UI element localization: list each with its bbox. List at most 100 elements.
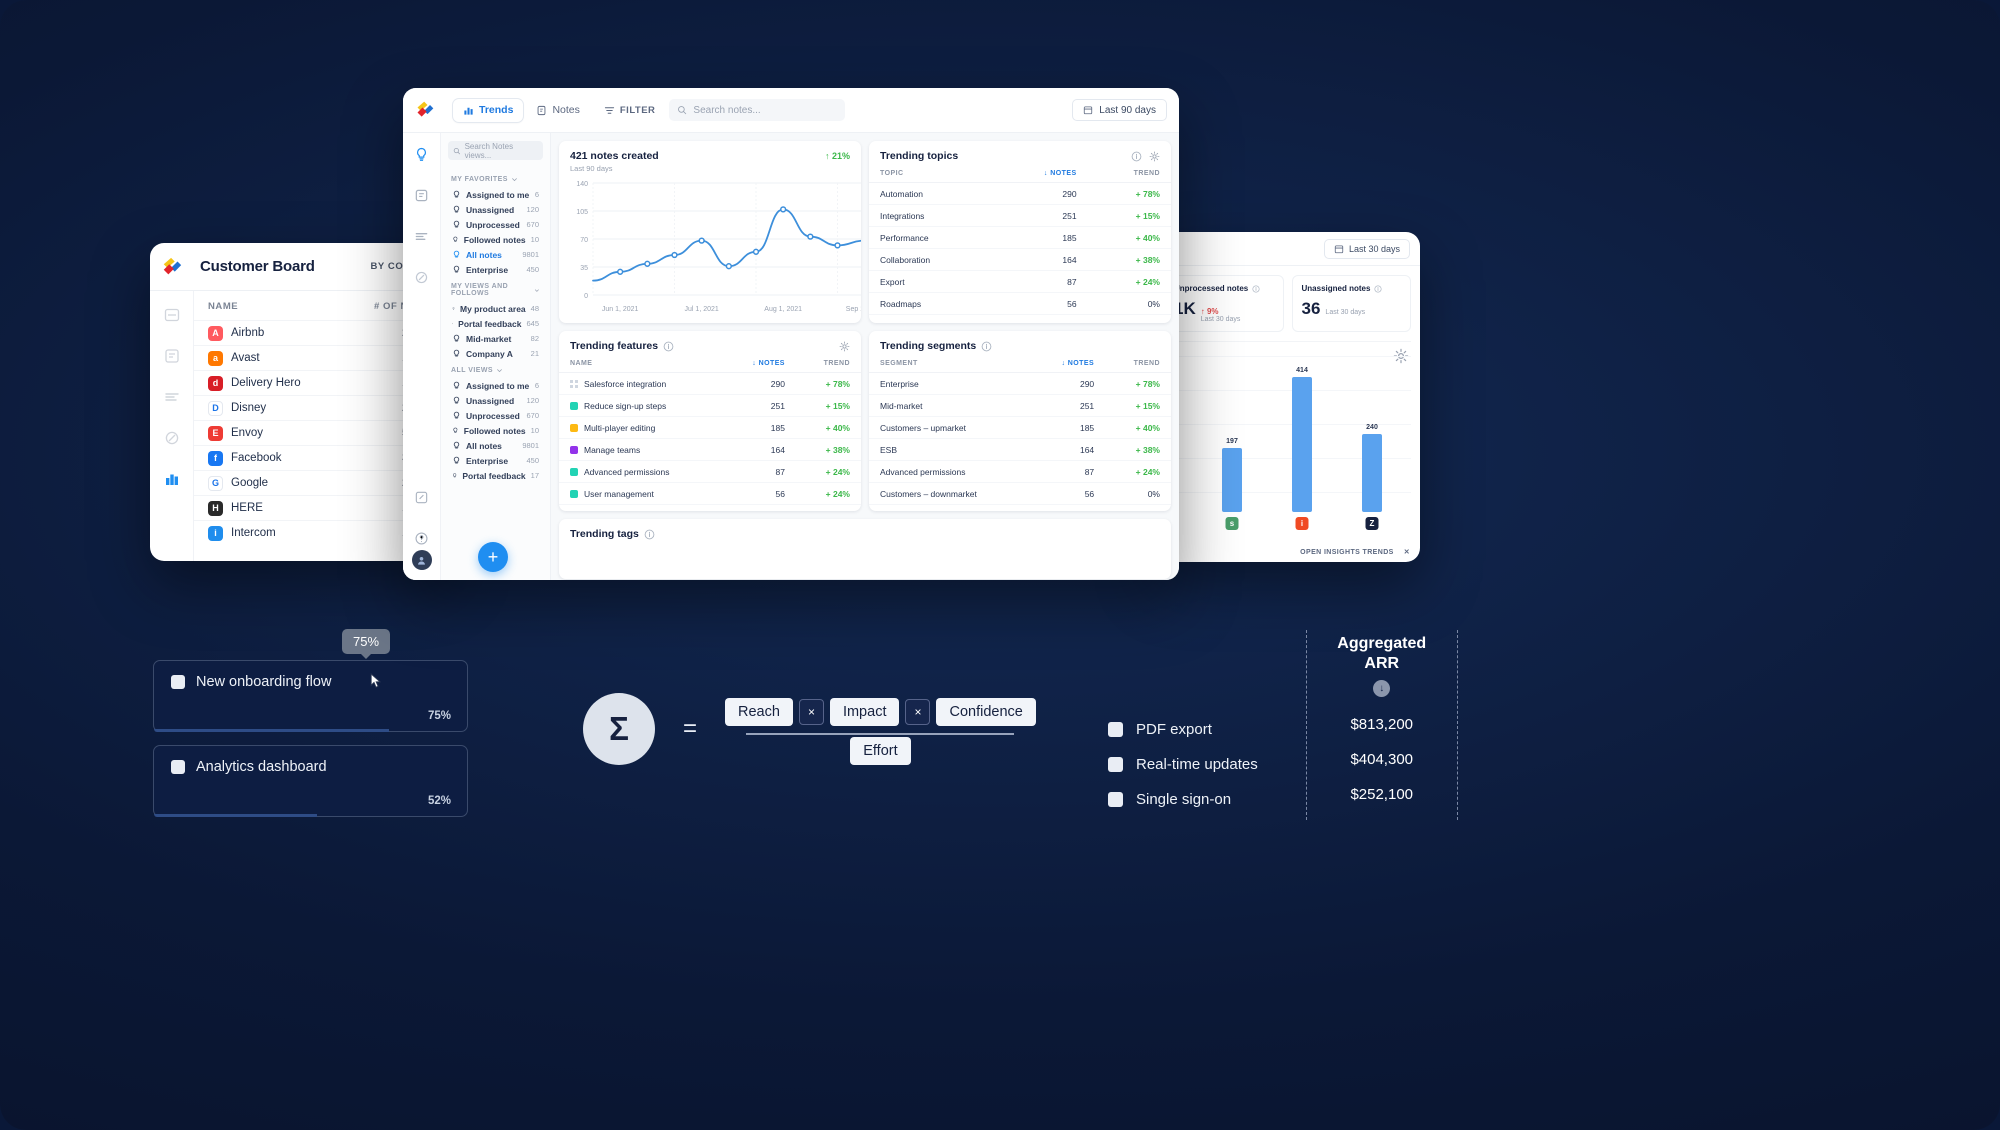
info-icon[interactable] (1131, 151, 1142, 162)
tab-trends[interactable]: Trends (453, 98, 524, 122)
sidebar-item-portal-feedback[interactable]: Portal feedback 645 (448, 316, 543, 331)
score-progress-bar[interactable] (154, 729, 389, 732)
sidebar-item-unassigned[interactable]: Unassigned 120 (448, 393, 543, 408)
filter-button[interactable]: FILTER (604, 105, 656, 116)
bar[interactable] (1292, 377, 1312, 512)
sidebar-group-header[interactable]: ALL VIEWS (448, 361, 543, 378)
date-range-button[interactable]: Last 90 days (1072, 99, 1167, 121)
sidebar-item-portal-feedback[interactable]: Portal feedback 17 (448, 468, 543, 483)
chip-reach[interactable]: Reach (725, 698, 793, 727)
sidebar-item-followed-notes[interactable]: Followed notes 10 (448, 232, 543, 247)
table-row[interactable]: Mid-market 251 + 15% (869, 394, 1171, 417)
chip-confidence[interactable]: Confidence (936, 698, 1036, 727)
table-row[interactable]: Integrations 251 + 15% (869, 204, 1171, 227)
info-icon[interactable] (1252, 284, 1260, 293)
info-icon[interactable] (663, 341, 674, 352)
insights-bulb-icon[interactable] (414, 147, 429, 162)
checkbox[interactable] (1108, 722, 1123, 737)
notes-icon[interactable] (164, 348, 180, 364)
sidebar-item-assigned-to-me[interactable]: Assigned to me 6 (448, 378, 543, 393)
tab-notes[interactable]: Notes (526, 99, 589, 122)
roadmap-icon[interactable] (164, 389, 180, 405)
table-row[interactable]: Automation 290 + 78% (869, 182, 1171, 205)
search-input[interactable]: Search notes... (669, 99, 846, 121)
kpi-card-unassigned[interactable]: Unassigned notes 36 Last 30 days (1291, 275, 1411, 332)
chip-effort[interactable]: Effort (850, 736, 911, 765)
close-icon[interactable]: ✕ (1404, 548, 1410, 556)
table-row[interactable]: Roadmaps 56 0% (869, 292, 1171, 315)
info-icon[interactable] (1374, 284, 1382, 293)
sidebar-item-enterprise[interactable]: Enterprise 450 (448, 453, 543, 468)
view-icon (453, 381, 460, 389)
table-row[interactable]: Export 87 + 24% (869, 270, 1171, 293)
productboard-logo[interactable] (403, 100, 447, 120)
row-trend: + 78% (795, 372, 861, 395)
sidebar-item-all-notes[interactable]: All notes 9801 (448, 438, 543, 453)
arr-value: $252,100 (1350, 786, 1414, 803)
col-notes[interactable]: ↓ NOTES (993, 164, 1088, 183)
table-row[interactable]: ESB 164 + 38% (869, 438, 1171, 461)
info-icon[interactable] (644, 529, 655, 540)
table-row[interactable]: Customers – upmarket 185 + 40% (869, 416, 1171, 439)
arr-row[interactable]: PDF export (1108, 712, 1258, 747)
gear-icon[interactable] (839, 341, 850, 352)
table-row[interactable]: Reduce sign-up steps 251 + 15% (559, 394, 861, 417)
arr-row[interactable]: Real-time updates (1108, 747, 1258, 782)
score-progress-bar[interactable] (154, 814, 317, 817)
arr-row[interactable]: Single sign-on (1108, 782, 1258, 817)
sidebar-item-unprocessed[interactable]: Unprocessed 670 (448, 217, 543, 232)
avatar[interactable] (411, 550, 432, 570)
checkbox[interactable] (1108, 792, 1123, 807)
checkbox[interactable] (171, 760, 185, 774)
sidebar-item-enterprise[interactable]: Enterprise 450 (448, 262, 543, 277)
sidebar-item-company-a[interactable]: Company A 21 (448, 346, 543, 361)
table-row[interactable]: Collaboration 164 + 38% (869, 248, 1171, 271)
sidebar-group-header[interactable]: MY FAVORITES (448, 170, 543, 187)
sidebar-item-unprocessed[interactable]: Unprocessed 670 (448, 408, 543, 423)
objectives-icon[interactable] (164, 430, 180, 446)
view-icon (453, 396, 460, 404)
table-row[interactable]: Multi-player editing 185 + 40% (559, 416, 861, 439)
table-row[interactable]: Advanced permissions 87 + 24% (869, 460, 1171, 483)
table-row[interactable]: Salesforce integration 290 + 78% (559, 372, 861, 395)
info-icon[interactable] (981, 341, 992, 352)
roadmap-icon[interactable] (414, 229, 429, 244)
gear-icon[interactable] (1149, 151, 1160, 162)
objectives-icon[interactable] (414, 270, 429, 285)
chip-impact[interactable]: Impact (829, 698, 900, 727)
insights-date-range-button[interactable]: Last 30 days (1323, 238, 1410, 259)
row-notes: 164 (722, 438, 796, 461)
open-insights-trends-link[interactable]: OPEN INSIGHTS TRENDS (1300, 549, 1394, 556)
checkbox[interactable] (171, 675, 185, 689)
sidebar-item-unassigned[interactable]: Unassigned 120 (448, 202, 543, 217)
sidebar-item-all-notes[interactable]: All notes 9801 (448, 247, 543, 262)
score-card-onboarding[interactable]: 75% New onboarding flow 75% (153, 629, 468, 732)
table-row[interactable]: Advanced permissions 87 + 24% (559, 460, 861, 483)
sidebar-item-followed-notes[interactable]: Followed notes 10 (448, 423, 543, 438)
add-button[interactable]: + (478, 542, 508, 572)
sidebar-item-mid-market[interactable]: Mid-market 82 (448, 331, 543, 346)
insights-icon[interactable] (164, 471, 180, 487)
sort-descending-icon[interactable]: ↓ (1373, 680, 1391, 697)
checkbox[interactable] (1108, 757, 1123, 772)
inbox-icon[interactable] (164, 307, 180, 323)
sidebar-group-header[interactable]: MY VIEWS AND FOLLOWS (448, 277, 543, 301)
sidebar-search-input[interactable]: Search Notes views... (448, 141, 543, 160)
edit-icon[interactable] (414, 490, 429, 505)
kpi-card-unprocessed[interactable]: Unprocessed notes 1K ↑ 9% Last 30 days (1164, 275, 1284, 332)
table-row[interactable]: Performance 185 + 40% (869, 226, 1171, 249)
table-row[interactable]: Manage teams 164 + 38% (559, 438, 861, 461)
sidebar-item-my-product-area[interactable]: My product area 48 (448, 301, 543, 316)
col-notes[interactable]: ↓ NOTES (722, 354, 796, 373)
col-notes[interactable]: ↓ NOTES (1030, 354, 1106, 373)
sidebar-item-assigned-to-me[interactable]: Assigned to me 6 (448, 187, 543, 202)
table-row[interactable]: Customers – downmarket 56 0% (869, 482, 1171, 505)
table-row[interactable]: User management 56 + 24% (559, 482, 861, 505)
bar[interactable] (1362, 434, 1382, 512)
help-icon[interactable] (414, 531, 429, 546)
notes-icon[interactable] (414, 188, 429, 203)
table-row[interactable]: Enterprise 290 + 78% (869, 372, 1171, 395)
row-name: Mid-market (869, 394, 1031, 417)
score-card-analytics[interactable]: Analytics dashboard 52% (153, 745, 468, 817)
bar[interactable] (1222, 448, 1242, 512)
